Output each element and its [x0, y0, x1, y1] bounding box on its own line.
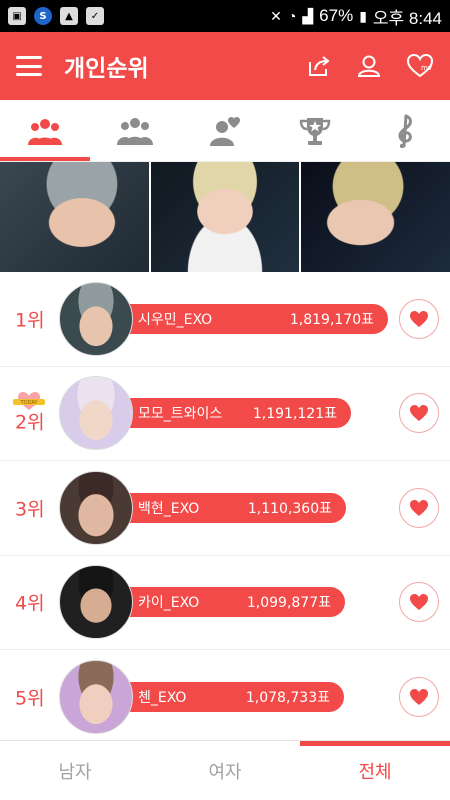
vote-count: 1,099,877표 — [246, 595, 331, 612]
ranking-row[interactable]: 5위 첸_EXO 1,078,733표 — [0, 650, 450, 740]
artist-name: 첸_EXO — [138, 689, 187, 706]
image-notification-icon: ▲ — [60, 7, 78, 25]
avatar — [59, 281, 133, 356]
header-actions: mv — [306, 53, 434, 79]
vote-bar: 모모_트와이스 1,191,121표 — [110, 398, 351, 429]
tab-music[interactable] — [360, 100, 450, 161]
vote-bar: 시우민_EXO 1,819,170표 — [110, 303, 388, 334]
app-root: ▣ S ▲ ✓ ✕ ◔ ▟ 67% ▮ 오후 8:44 개인순위 mv 1위 시… — [0, 0, 450, 800]
hamburger-menu-icon[interactable] — [16, 56, 42, 76]
banner-photo-2 — [150, 162, 302, 272]
clock: 오후 8:44 — [372, 8, 442, 28]
ranking-row[interactable]: 3위 백현_EXO 1,110,360표 — [0, 461, 450, 556]
artist-name: 시우민_EXO — [138, 311, 213, 328]
vote-bar: 백현_EXO 1,110,360표 — [110, 492, 346, 523]
artist-name: 카이_EXO — [138, 595, 200, 612]
vote-heart-button[interactable] — [399, 582, 439, 623]
heart-icon — [410, 594, 428, 611]
tab-male[interactable]: 남자 — [0, 741, 150, 800]
top-ranker-banner[interactable] — [0, 162, 450, 272]
battery-percent: 67% — [319, 6, 354, 25]
app-notification-icon: S — [34, 7, 52, 25]
ranking-list: 1위 시우민_EXO 1,819,170표 TODAY 2위 모모_트와이스 1 — [0, 272, 450, 740]
heart-icon — [410, 499, 428, 516]
share-icon[interactable] — [306, 53, 332, 79]
rank-number: 4위 — [15, 592, 45, 615]
vote-count: 1,819,170표 — [289, 311, 374, 328]
tab-person-heart[interactable] — [180, 100, 270, 161]
rank-number: 2위 — [15, 411, 45, 434]
tab-group-ranking[interactable] — [0, 100, 90, 161]
heart-icon — [410, 688, 428, 705]
avatar — [59, 659, 133, 734]
trophy-star-icon — [299, 117, 331, 145]
avatar — [59, 470, 133, 545]
vote-bar: 첸_EXO 1,078,733표 — [110, 681, 344, 712]
app-bar: 개인순위 mv — [0, 32, 450, 100]
tab-trophy[interactable] — [270, 100, 360, 161]
rank-number: 3위 — [15, 498, 45, 521]
status-system-area: ✕ ◔ ▟ 67% ▮ 오후 8:44 — [270, 4, 442, 29]
vote-heart-button[interactable] — [399, 487, 439, 528]
artist-name: 백현_EXO — [138, 500, 200, 517]
battery-icon: ▮ — [359, 7, 367, 24]
page-title: 개인순위 — [64, 56, 149, 82]
rank-number: 1위 — [15, 309, 45, 332]
ranking-row[interactable]: TODAY 2위 모모_트와이스 1,191,121표 — [0, 367, 450, 461]
gallery-notification-icon: ▣ — [8, 7, 26, 25]
category-tabs — [0, 100, 450, 162]
banner-photo-1 — [0, 162, 151, 272]
mute-icon: ✕ — [270, 7, 282, 24]
person-heart-icon — [210, 116, 240, 146]
crowd-icon — [117, 117, 153, 145]
avatar — [59, 565, 133, 640]
vote-count: 1,110,360표 — [247, 500, 332, 517]
vote-count: 1,191,121표 — [252, 406, 337, 423]
tab-all[interactable]: 전체 — [300, 741, 450, 800]
banner-photo-3 — [301, 162, 450, 272]
svg-text:mv: mv — [421, 64, 432, 72]
heart-icon — [410, 310, 428, 327]
music-clef-icon — [398, 114, 412, 148]
group-people-icon — [28, 118, 62, 145]
user-icon[interactable] — [356, 53, 382, 79]
vote-heart-button[interactable] — [399, 298, 439, 339]
vote-heart-button[interactable] — [399, 393, 439, 434]
rank-number: 5위 — [15, 687, 45, 710]
status-bar: ▣ S ▲ ✓ ✕ ◔ ▟ 67% ▮ 오후 8:44 — [0, 0, 450, 32]
vote-count: 1,078,733표 — [245, 689, 330, 706]
vote-bar: 카이_EXO 1,099,877표 — [110, 587, 345, 618]
tab-female[interactable]: 여자 — [150, 741, 300, 800]
vote-heart-button[interactable] — [399, 676, 439, 717]
mv-heart-icon[interactable]: mv — [406, 53, 434, 79]
ranking-row[interactable]: 4위 카이_EXO 1,099,877표 — [0, 556, 450, 650]
ranking-row[interactable]: 1위 시우민_EXO 1,819,170표 — [0, 272, 450, 367]
heart-icon — [410, 405, 428, 422]
artist-name: 모모_트와이스 — [138, 406, 223, 423]
svg-text:TODAY: TODAY — [20, 400, 39, 406]
gender-filter-tabs: 남자 여자 전체 — [0, 740, 450, 800]
wifi-icon: ◔ — [287, 8, 297, 24]
avatar — [59, 376, 133, 451]
briefcase-notification-icon: ✓ — [86, 7, 104, 25]
status-notification-icons: ▣ S ▲ ✓ — [8, 7, 104, 25]
tab-crowd-ranking[interactable] — [90, 100, 180, 161]
signal-icon: ▟ — [302, 7, 314, 24]
